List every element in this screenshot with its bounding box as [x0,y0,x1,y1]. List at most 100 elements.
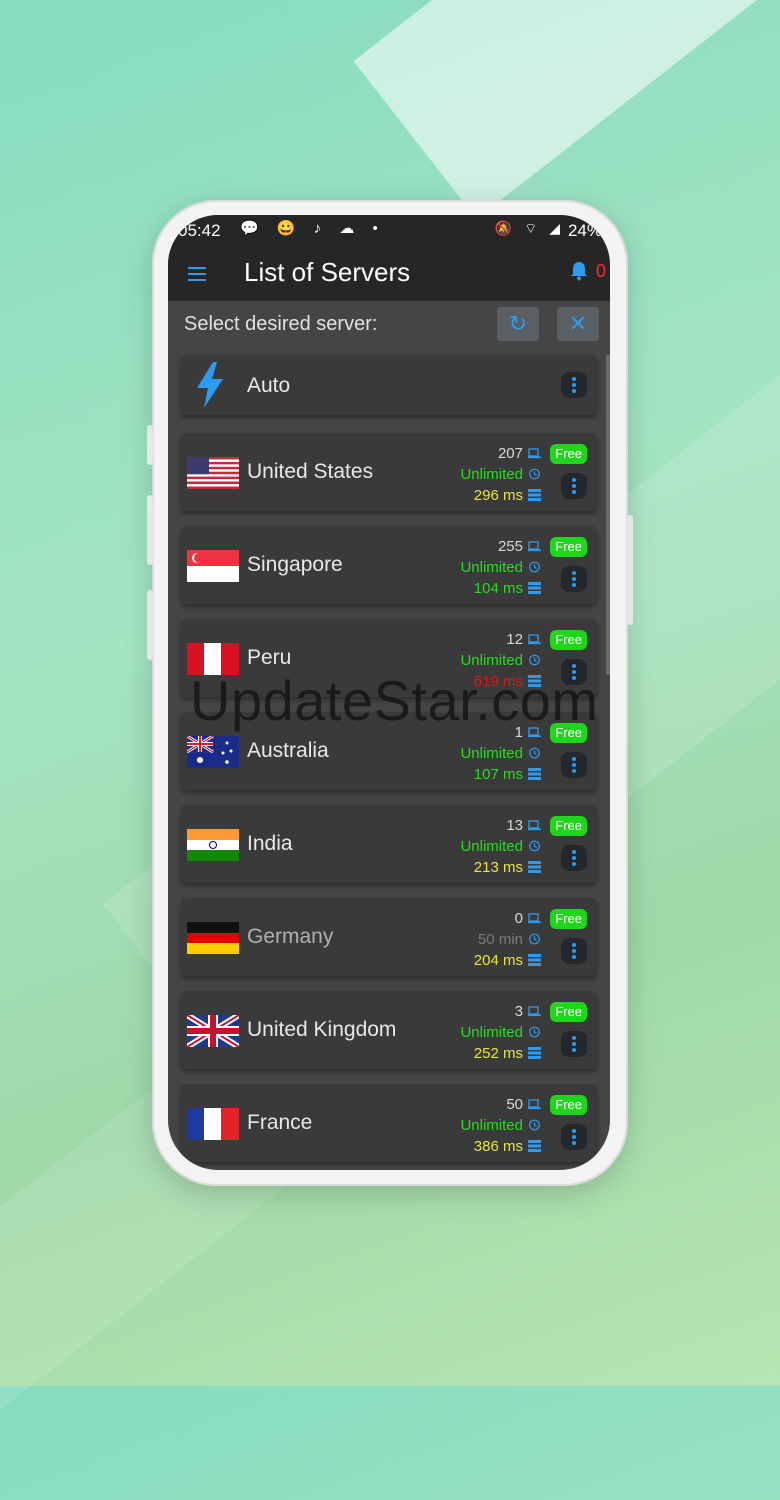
device-icon [528,1099,541,1110]
session-duration: Unlimited [460,1024,523,1041]
more-options-button[interactable] [561,566,587,592]
free-badge: Free [550,816,587,836]
lightning-bolt-icon [197,362,223,408]
server-item[interactable]: United Kingdom 3 Unlimited 252 ms Free [181,991,597,1069]
user-count: 3 [514,1003,523,1020]
clock-icon [529,468,540,480]
refresh-icon: ↻ [508,311,528,336]
clock-icon [529,933,540,945]
free-badge: Free [550,1002,587,1022]
device-icon [528,541,541,552]
server-name: Auto [247,374,291,397]
user-count: 50 [506,1096,523,1113]
clock-icon [529,747,540,759]
session-duration: Unlimited [460,745,523,762]
phone-side-button [627,515,633,625]
ping-value: 252 ms [473,1045,523,1062]
user-count: 207 [497,445,523,462]
server-item[interactable]: France 50 Unlimited 386 ms Free [181,1084,597,1162]
server-stack-icon [528,1140,541,1152]
session-duration: Unlimited [460,838,523,855]
server-stack-icon [528,489,541,501]
server-stats: 207 Unlimited 296 ms [460,443,541,506]
flag-us-icon [187,457,239,489]
free-badge: Free [550,630,587,650]
flag-fr-icon [187,1108,239,1140]
more-options-button[interactable] [561,1031,587,1057]
server-stats: 13 Unlimited 213 ms [460,815,541,878]
ping-value: 107 ms [473,766,523,783]
free-badge: Free [550,537,587,557]
server-stats: 3 Unlimited 252 ms [460,1001,541,1064]
user-count: 0 [514,910,523,927]
app-bar: List of Servers 0 [168,247,610,301]
scrollbar[interactable] [606,355,610,675]
battery-level: 24% [567,221,602,240]
free-badge: Free [550,909,587,929]
server-stats: 255 Unlimited 104 ms [460,536,541,599]
hamburger-menu-icon[interactable] [188,267,206,281]
server-name: Australia [247,739,329,762]
free-badge: Free [550,444,587,464]
device-icon [528,1006,541,1017]
background-stripe [353,0,780,219]
more-options-button[interactable] [561,845,587,871]
server-item[interactable]: United States 207 Unlimited 296 ms Free [181,433,597,511]
device-icon [528,448,541,459]
ping-value: 296 ms [473,487,523,504]
device-icon [528,634,541,645]
clock-icon [529,654,540,666]
server-name: Peru [247,646,292,669]
close-button[interactable]: ✕ [557,307,599,341]
server-stack-icon [528,954,541,966]
more-options-button[interactable] [561,938,587,964]
more-options-button[interactable] [561,473,587,499]
server-stats: 0 50 min 204 ms [474,908,541,971]
clock-icon [529,840,540,852]
flag-sg-icon [187,550,239,582]
phone-side-button [147,495,153,565]
server-name: India [247,832,293,855]
status-bar: 05:42 💬 😀 ♪ ☁ • 🔕 ⌔ ◢ 24% [168,215,610,247]
ping-value: 386 ms [473,1138,523,1155]
user-count: 12 [506,631,523,648]
server-name: United Kingdom [247,1018,397,1041]
more-options-button[interactable] [561,1124,587,1150]
server-name: United States [247,460,374,483]
bell-icon[interactable] [570,261,588,281]
server-stats: 50 Unlimited 386 ms [460,1094,541,1157]
server-item-auto[interactable]: Auto [181,355,597,415]
device-icon [528,820,541,831]
more-options-button[interactable] [561,752,587,778]
user-count: 255 [497,538,523,555]
user-count: 13 [506,817,523,834]
server-name: Germany [247,925,334,948]
session-duration: Unlimited [460,652,523,669]
session-duration: 50 min [477,931,523,948]
server-item[interactable]: Singapore 255 Unlimited 104 ms Free [181,526,597,604]
more-options-button[interactable] [561,372,587,398]
ping-value: 213 ms [473,859,523,876]
select-server-label: Select desired server: [184,313,378,335]
server-stack-icon [528,768,541,780]
subheader: Select desired server: ↻ ✕ [168,301,610,351]
ping-value: 204 ms [473,952,523,969]
flag-de-icon [187,922,239,954]
server-stack-icon [528,582,541,594]
refresh-button[interactable]: ↻ [497,307,539,341]
clock-icon [529,1119,540,1131]
server-name: Singapore [247,553,343,576]
phone-side-button [147,425,153,465]
free-badge: Free [550,1095,587,1115]
ping-value: 104 ms [473,580,523,597]
server-item[interactable]: India 13 Unlimited 213 ms Free [181,805,597,883]
notification-icons: 💬 😀 ♪ ☁ • [240,220,385,237]
flag-gb-icon [187,1015,239,1047]
server-item[interactable]: Germany 0 50 min 204 ms Free [181,898,597,976]
close-icon: ✕ [568,311,588,336]
flag-au-icon [187,736,239,768]
phone-side-button [147,590,153,660]
device-icon [528,913,541,924]
session-duration: Unlimited [460,466,523,483]
session-duration: Unlimited [460,559,523,576]
